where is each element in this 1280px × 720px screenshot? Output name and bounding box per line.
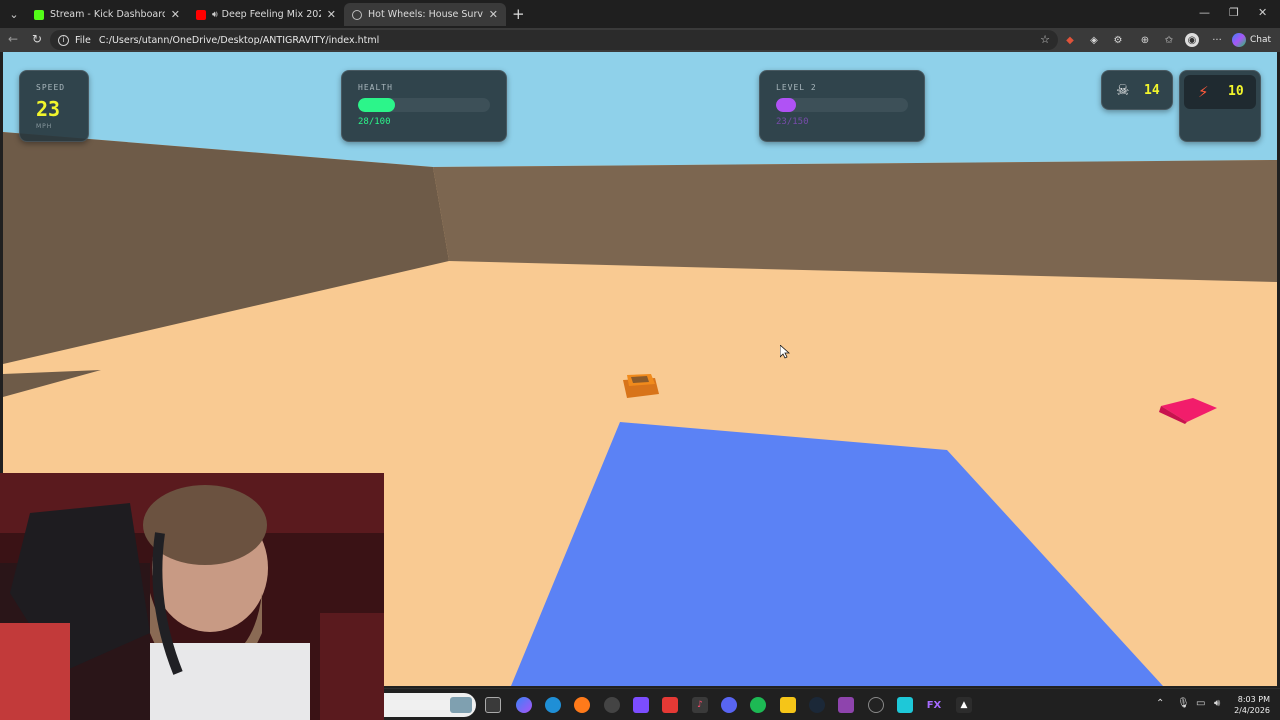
health-bar	[358, 98, 490, 112]
spotify-icon[interactable]	[750, 697, 766, 713]
health-text: 28/100	[358, 117, 391, 127]
kills-panel: ☠ 14	[1101, 70, 1173, 110]
obs-icon[interactable]	[604, 697, 620, 713]
app-red-icon[interactable]	[662, 697, 678, 713]
health-label: HEALTH	[358, 83, 393, 92]
skull-icon: ☠	[1116, 81, 1130, 99]
close-tab-icon[interactable]: ✕	[489, 8, 498, 21]
back-wall	[433, 160, 1277, 282]
url-scheme: File	[75, 34, 91, 46]
health-bar-fill	[358, 98, 395, 112]
favorites-icon[interactable]: ✩	[1162, 33, 1176, 47]
tab-deep-feeling-mix[interactable]: 🔊︎ Deep Feeling Mix 2025 - Deep ✕	[188, 3, 344, 26]
more-menu-icon[interactable]: ···	[1210, 33, 1224, 47]
speed-panel: SPEED 23 MPH	[19, 70, 89, 142]
app-teal-icon[interactable]	[897, 697, 913, 713]
lightning-icon: ⚡	[1198, 83, 1209, 101]
xp-bar	[776, 98, 908, 112]
close-tab-icon[interactable]: ✕	[327, 8, 336, 21]
copilot-icon	[1232, 33, 1246, 47]
app-circle-icon[interactable]	[868, 697, 884, 713]
tab-hot-wheels[interactable]: Hot Wheels: House Survival ✕	[344, 3, 506, 26]
level-label: LEVEL 2	[776, 83, 817, 92]
chat-label: Chat	[1250, 35, 1272, 45]
reload-icon[interactable]: ↻	[32, 32, 42, 46]
tab-title: Deep Feeling Mix 2025 - Deep	[221, 9, 321, 20]
microphone-icon[interactable]: 🎙︎	[1177, 698, 1190, 709]
tray-overflow-icon[interactable]: ⌃	[1156, 698, 1164, 709]
twitch-icon[interactable]	[633, 697, 649, 713]
edge-icon[interactable]	[545, 697, 561, 713]
tab-title: Stream - Kick Dashboard	[50, 9, 165, 20]
taskbar-clock[interactable]: 8:03 PM 2/4/2026	[1230, 694, 1270, 716]
speed-value: 23	[36, 97, 61, 121]
profile-avatar[interactable]: ◉	[1185, 33, 1199, 47]
info-icon[interactable]: i	[58, 34, 69, 46]
speaker-icon[interactable]: 🔊︎	[212, 10, 218, 20]
energy-badge: ⚡ 10	[1184, 75, 1256, 109]
copilot-taskbar-icon[interactable]	[516, 697, 532, 713]
extension-icon[interactable]: ◆	[1063, 33, 1077, 47]
kills-value: 14	[1144, 83, 1160, 98]
address-bar-row: ← ↻ i File C:/Users/utann/OneDrive/Deskt…	[0, 28, 1280, 52]
tab-strip: ⌄ Stream - Kick Dashboard ✕ 🔊︎ Deep Feel…	[0, 0, 1280, 28]
speed-unit: MPH	[36, 123, 53, 130]
copilot-chat-button[interactable]: Chat	[1232, 31, 1271, 49]
extension-tools-icon[interactable]: ⊕	[1138, 33, 1152, 47]
health-panel: HEALTH 28/100	[341, 70, 507, 142]
webcam-feed	[0, 473, 384, 720]
volume-icon[interactable]: 🔊︎	[1214, 698, 1220, 709]
close-window-button[interactable]: ✕	[1258, 6, 1267, 19]
url-text: C:/Users/utann/OneDrive/Desktop/ANTIGRAV…	[98, 34, 380, 46]
tab-kick-dashboard[interactable]: Stream - Kick Dashboard ✕	[26, 3, 188, 26]
minimize-button[interactable]: —	[1199, 6, 1210, 19]
clock-time: 8:03 PM	[1237, 695, 1270, 704]
restore-button[interactable]: ❐	[1229, 6, 1239, 19]
tab-title: Hot Wheels: House Survival	[368, 9, 483, 20]
speed-label: SPEED	[36, 83, 66, 92]
energy-panel: ⚡ 10	[1179, 70, 1261, 142]
firefox-icon[interactable]	[574, 697, 590, 713]
globe-icon	[352, 9, 362, 20]
extension-diamond-icon[interactable]: ◈	[1087, 33, 1101, 47]
webcam-overlay	[0, 473, 384, 720]
steam-icon[interactable]	[809, 697, 825, 713]
network-icon[interactable]: ▭	[1196, 698, 1205, 709]
level-panel: LEVEL 2 23/150	[759, 70, 925, 142]
taskbar: ♪ FX ▲ ⌃ 🎙︎ ▭ 🔊︎ 8:03 PM 2/4/2026	[384, 688, 1280, 720]
task-view-icon[interactable]	[485, 697, 501, 713]
kick-icon	[34, 9, 44, 20]
fx-sound-icon[interactable]: FX	[926, 697, 942, 713]
close-tab-icon[interactable]: ✕	[171, 8, 180, 21]
energy-value: 10	[1228, 84, 1244, 99]
video-editor-icon[interactable]	[838, 697, 854, 713]
music-icon[interactable]: ♪	[692, 697, 708, 713]
favorite-star-icon[interactable]: ☆	[1040, 33, 1050, 46]
tab-actions-menu-button[interactable]: ⌄	[4, 4, 24, 24]
xp-text: 23/150	[776, 117, 809, 127]
file-explorer-icon[interactable]	[780, 697, 796, 713]
xp-bar-fill	[776, 98, 796, 112]
discord-icon[interactable]	[721, 697, 737, 713]
back-icon[interactable]: ←	[8, 32, 18, 46]
antigravity-icon[interactable]: ▲	[956, 697, 972, 713]
address-input[interactable]: i File C:/Users/utann/OneDrive/Desktop/A…	[50, 30, 1058, 50]
new-tab-button[interactable]: +	[512, 5, 525, 23]
youtube-icon	[196, 9, 206, 20]
clock-date: 2/4/2026	[1234, 706, 1270, 715]
extensions-puzzle-icon[interactable]: ⚙	[1111, 33, 1125, 47]
search-widget-icon[interactable]	[450, 697, 472, 713]
mouse-cursor-icon	[780, 345, 790, 359]
